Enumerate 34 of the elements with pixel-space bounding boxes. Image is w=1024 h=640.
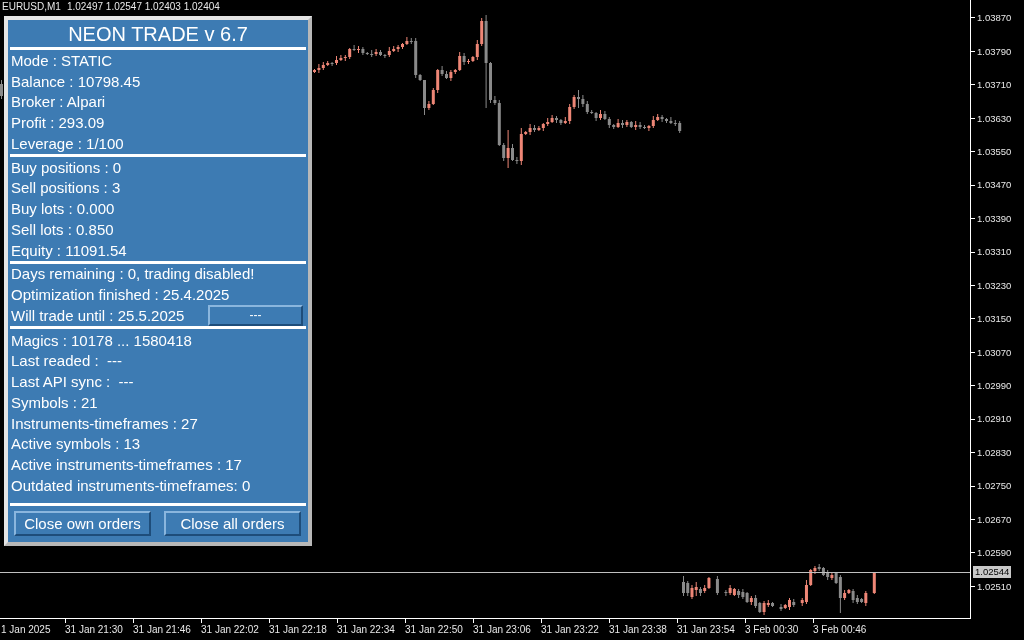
time-label: 3 Feb 00:46 [813, 624, 867, 636]
time-label: 31 Jan 23:06 [473, 624, 531, 636]
price-label: 1.03790 [977, 46, 1012, 57]
time-label: 3 Feb 00:30 [745, 624, 799, 636]
price-label: 1.03390 [977, 213, 1012, 224]
symbol-label: EURUSD,M1 [2, 0, 61, 13]
price-label: 1.03070 [977, 347, 1012, 358]
price-label: 1.02990 [977, 381, 1012, 391]
time-label: 31 Jan 21:30 [65, 624, 123, 636]
price-label: 1.02590 [977, 548, 1012, 558]
time-label: 31 Jan 23:54 [677, 624, 735, 636]
price-label: 1.03230 [977, 280, 1012, 291]
price-label: 1.02830 [977, 447, 1012, 458]
price-label: 1.03550 [977, 147, 1012, 157]
price-label: 1.03710 [977, 80, 1012, 90]
price-quote: 1.02497 1.02547 1.02403 1.02404 [66, 0, 220, 13]
price-label: 1.02910 [977, 414, 1012, 424]
price-label: 1.02670 [977, 514, 1012, 525]
price-label: 1.02510 [977, 581, 1012, 592]
price-label: 1.03870 [977, 13, 1012, 23]
time-label: 31 Jan 22:50 [405, 624, 463, 636]
time-label: 31 Jan 21:46 [133, 624, 191, 636]
current-price-label: 1.02544 [973, 566, 1012, 578]
price-label: 1.02750 [977, 481, 1012, 491]
time-label: 31 Jan 23:38 [609, 624, 667, 636]
price-label: 1.03470 [977, 180, 1012, 190]
time-label: 31 Jan 22:34 [337, 624, 395, 636]
price-label: 1.03150 [977, 314, 1012, 324]
price-label: 1.03310 [977, 247, 1012, 257]
time-label: 31 Jan 22:18 [269, 624, 327, 636]
time-label: 31 Jan 23:22 [541, 624, 599, 636]
price-label: 1.03630 [977, 113, 1012, 124]
time-label: 31 Jan 22:02 [201, 624, 259, 636]
time-label: 1 Jan 2025 [1, 624, 51, 636]
